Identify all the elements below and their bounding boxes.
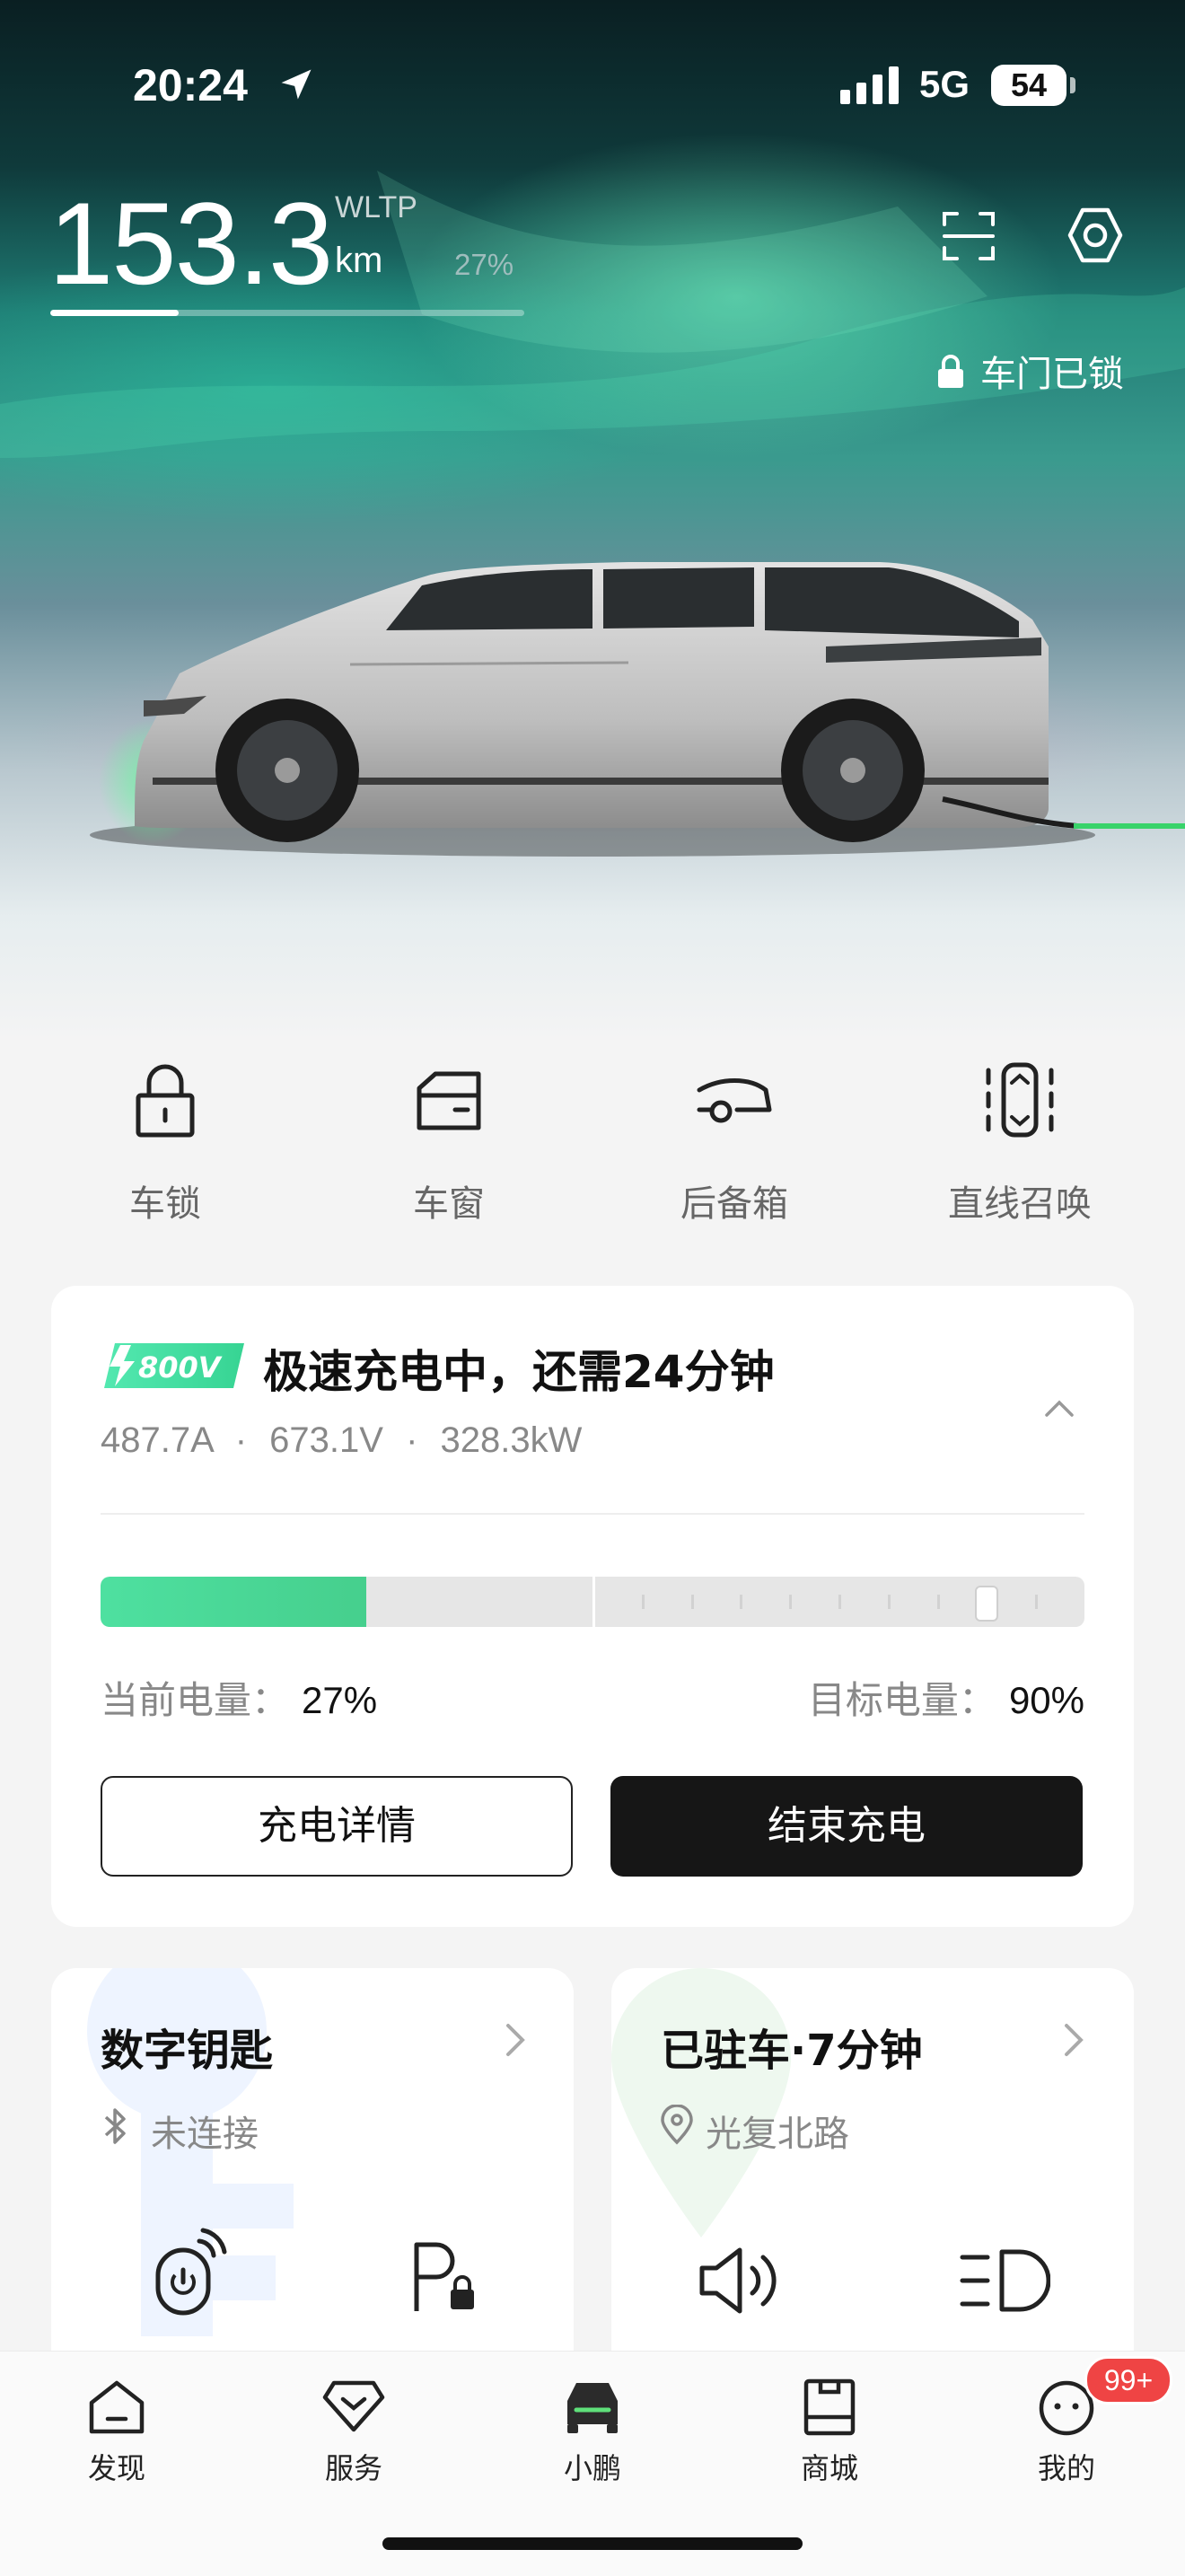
- charging-power: 328.3kW: [440, 1420, 583, 1460]
- battery-cap: [1070, 77, 1075, 93]
- tab-label: 服务: [324, 2451, 382, 2485]
- quick-action-summon[interactable]: 直线召唤: [885, 1059, 1154, 1226]
- tab-xpeng[interactable]: 小鹏: [503, 2376, 682, 2487]
- charge-progress-fill: [101, 1577, 366, 1627]
- digital-key-title: 数字钥匙: [101, 2026, 274, 2076]
- charge-scale-tick: [887, 1595, 891, 1609]
- charge-scale-tick: [641, 1595, 645, 1609]
- car-image: [90, 562, 1185, 857]
- shopping-bag-icon: [803, 2378, 856, 2436]
- charge-midpoint-marker: [592, 1577, 595, 1627]
- trunk-icon: [697, 1078, 772, 1123]
- quick-action-lock[interactable]: 车锁: [31, 1059, 300, 1226]
- charge-scale-tick: [1035, 1595, 1039, 1609]
- notification-badge: 99+: [1084, 2356, 1172, 2405]
- service-diamond-icon: [322, 2380, 385, 2432]
- headlight-flash-icon[interactable]: [957, 2245, 1050, 2317]
- cellular-signal-icon: [840, 66, 899, 104]
- chevron-right-icon[interactable]: [1061, 2020, 1086, 2060]
- home-indicator[interactable]: [382, 2537, 803, 2550]
- padlock-icon: [136, 1064, 195, 1138]
- current-level-label: 当前电量：: [101, 1678, 290, 1722]
- battery-level: 54: [991, 65, 1066, 106]
- quick-action-label: 后备箱: [680, 1183, 788, 1225]
- quick-action-trunk[interactable]: 后备箱: [600, 1059, 869, 1226]
- charge-scale-tick: [936, 1595, 940, 1609]
- quick-action-label: 车窗: [413, 1183, 485, 1225]
- bluetooth-icon: [104, 2108, 126, 2144]
- range-unit: km: [335, 241, 383, 280]
- 800v-badge: 800V: [104, 1343, 244, 1388]
- parking-lock-icon[interactable]: [409, 2239, 481, 2315]
- 800v-badge-text: 800V: [138, 1350, 223, 1385]
- parking-location: 光复北路: [706, 2114, 849, 2155]
- tab-service[interactable]: 服务: [264, 2376, 443, 2487]
- door-lock-status: 车门已锁: [935, 345, 1124, 397]
- digital-key-status: 未连接: [151, 2114, 259, 2155]
- chevron-right-icon[interactable]: [503, 2020, 528, 2060]
- network-type: 5G: [919, 63, 970, 105]
- parking-title: 已驻车·7分钟: [661, 2026, 923, 2076]
- status-time: 20:24: [133, 60, 248, 110]
- remote-power-icon[interactable]: [149, 2227, 230, 2317]
- door-lock-text: 车门已锁: [980, 354, 1124, 395]
- car-tab-icon: [567, 2383, 618, 2433]
- charging-voltage: 673.1V: [269, 1420, 383, 1460]
- charging-status-title: 极速充电中，还需24分钟: [263, 1346, 775, 1398]
- range-standard: WLTP: [335, 190, 417, 224]
- current-level: 当前电量： 27%: [101, 1670, 377, 1725]
- car-window-icon: [417, 1071, 481, 1130]
- battery-percent: 27%: [454, 248, 514, 281]
- stop-charging-button[interactable]: 结束充电: [610, 1776, 1083, 1877]
- target-level: 目标电量： 90%: [808, 1670, 1084, 1725]
- tab-label: 小鹏: [563, 2451, 621, 2485]
- charge-scale-tick: [789, 1595, 793, 1609]
- range-progress-fill: [50, 310, 179, 316]
- charge-scale-tick: [740, 1595, 743, 1609]
- straight-summon-icon: [986, 1062, 1054, 1138]
- target-level-value: 90%: [1008, 1679, 1084, 1721]
- charge-scale-tick: [838, 1595, 841, 1609]
- target-level-slider-handle[interactable]: [975, 1586, 999, 1622]
- target-level-label: 目标电量：: [807, 1678, 996, 1722]
- settings-icon[interactable]: [1065, 205, 1126, 266]
- quick-action-label: 直线召唤: [948, 1183, 1092, 1225]
- lock-small-icon: [938, 355, 963, 388]
- card-divider: [101, 1513, 1084, 1515]
- discover-house-icon: [89, 2380, 145, 2434]
- collapse-chevron-icon[interactable]: [1043, 1392, 1075, 1424]
- charging-stats: 487.7A · 673.1V · 328.3kW: [101, 1420, 583, 1460]
- tab-label: 发现: [87, 2451, 145, 2485]
- scan-icon[interactable]: [941, 208, 996, 264]
- quick-action-label: 车锁: [129, 1183, 201, 1225]
- tab-mall[interactable]: 商城: [740, 2376, 919, 2487]
- charge-scale-tick: [690, 1595, 694, 1609]
- range-value: 153.3: [48, 178, 333, 309]
- tab-label: 我的: [1037, 2451, 1095, 2485]
- speaker-horn-icon[interactable]: [697, 2245, 790, 2317]
- quick-action-window[interactable]: 车窗: [314, 1059, 584, 1226]
- charge-progress-bar: [101, 1577, 1084, 1627]
- range-progress-bar: [50, 310, 524, 316]
- location-arrow-icon: [281, 69, 312, 100]
- tab-discover[interactable]: 发现: [27, 2376, 206, 2487]
- current-level-value: 27%: [302, 1679, 378, 1721]
- charging-current: 487.7A: [101, 1420, 213, 1460]
- tab-label: 商城: [800, 2451, 858, 2485]
- location-pin-icon: [661, 2105, 693, 2145]
- charge-details-button[interactable]: 充电详情: [101, 1776, 573, 1877]
